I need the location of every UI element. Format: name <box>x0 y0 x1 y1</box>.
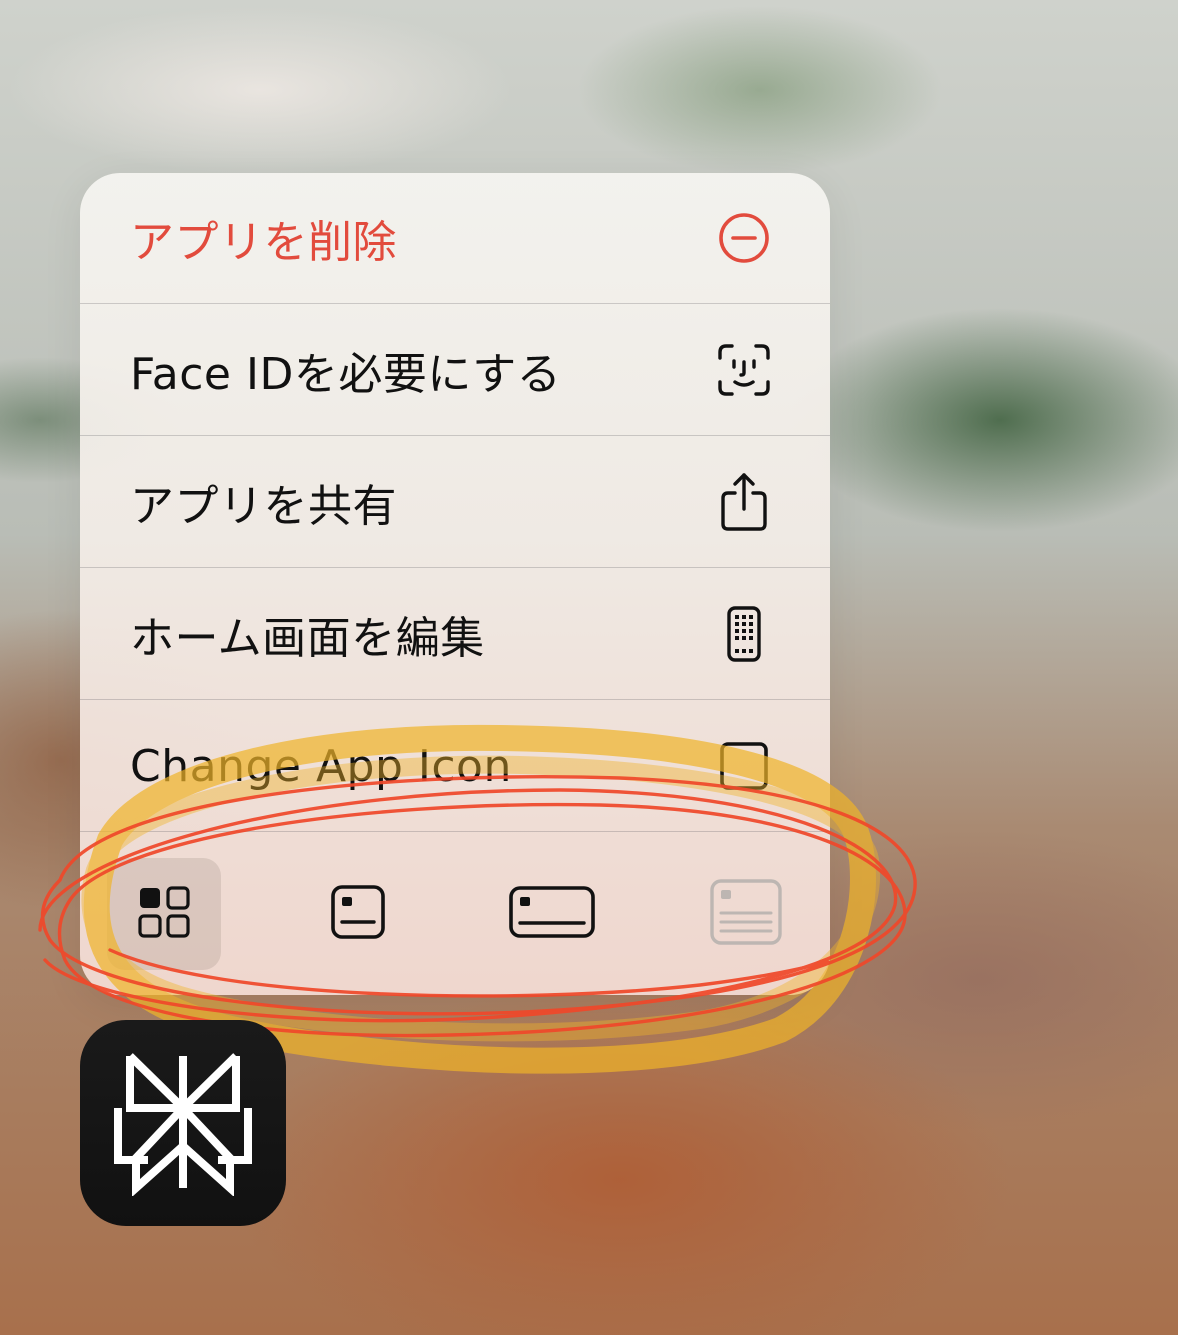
menu-item-label: アプリを削除 <box>130 217 397 268</box>
size-option-large[interactable] <box>689 858 803 970</box>
menu-item-label: Face IDを必要にする <box>130 349 562 400</box>
menu-item-require-face-id[interactable]: Face IDを必要にする <box>80 305 830 436</box>
menu-item-label: ホーム画面を編集 <box>130 613 485 664</box>
perplexity-logo-icon <box>108 1046 258 1200</box>
widget-size-selector <box>80 833 830 995</box>
context-menu: アプリを削除 Face IDを必要にする アプリを共有 ホーム画面を編集 Cha… <box>80 173 830 995</box>
face-id-icon <box>714 340 774 400</box>
size-option-small[interactable] <box>107 858 221 970</box>
wide-widget-icon <box>507 884 597 944</box>
size-option-medium[interactable] <box>301 858 415 970</box>
size-option-wide[interactable] <box>495 858 609 970</box>
phone-apps-icon <box>714 604 774 664</box>
menu-item-share-app[interactable]: アプリを共有 <box>80 437 830 568</box>
menu-item-label: Change App Icon <box>130 740 512 792</box>
perplexity-app-icon[interactable] <box>80 1020 286 1226</box>
square-icon <box>714 736 774 796</box>
minus-circle-icon <box>714 208 774 268</box>
medium-widget-icon <box>328 882 388 946</box>
menu-item-edit-home-screen[interactable]: ホーム画面を編集 <box>80 569 830 700</box>
small-widget-grid-icon <box>136 884 192 944</box>
menu-item-label: アプリを共有 <box>130 481 397 532</box>
share-icon <box>714 472 774 532</box>
large-widget-icon <box>708 877 784 951</box>
menu-item-change-app-icon[interactable]: Change App Icon <box>80 701 830 832</box>
menu-item-delete-app[interactable]: アプリを削除 <box>80 173 830 304</box>
